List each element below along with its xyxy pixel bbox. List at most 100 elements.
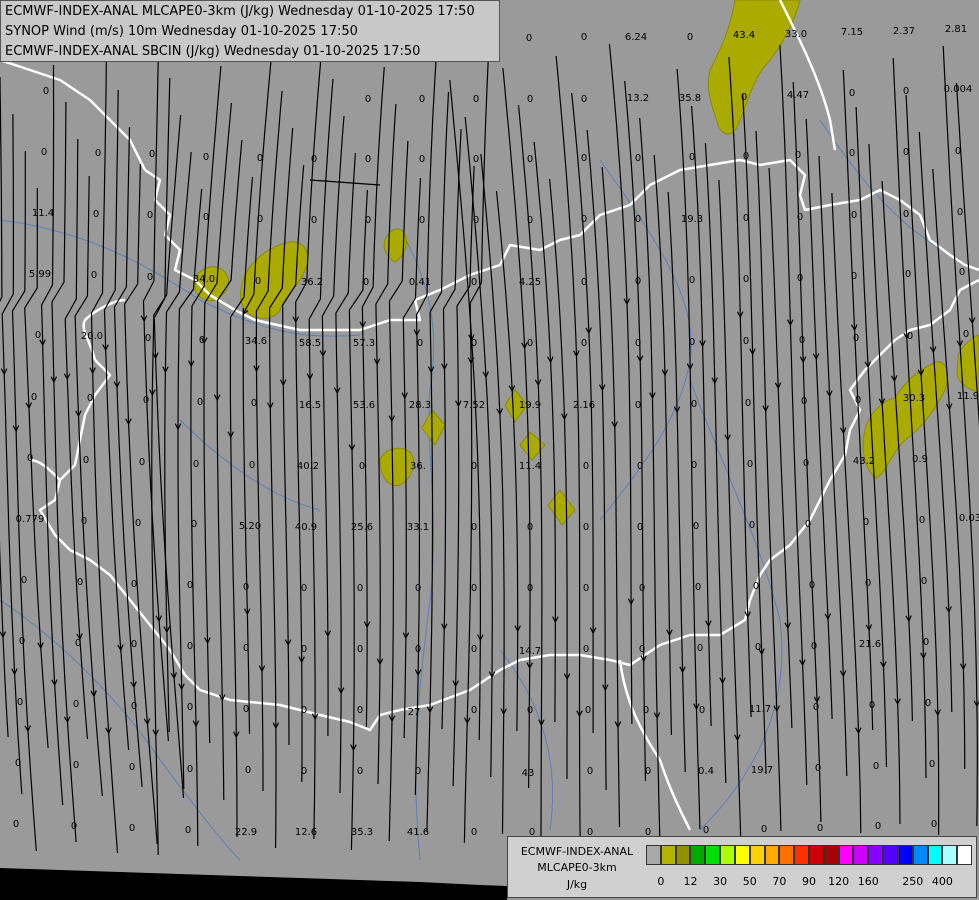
- legend-swatch: [749, 845, 765, 865]
- value-label: 0: [13, 819, 19, 830]
- legend-tick: 120: [828, 875, 850, 888]
- value-label: 0: [143, 395, 149, 406]
- value-label: 0: [359, 461, 365, 472]
- value-label: 0: [813, 702, 819, 713]
- value-label: 0: [803, 458, 809, 469]
- value-label: 0: [875, 821, 881, 832]
- value-label: 2.16: [573, 400, 595, 411]
- value-label: 0: [645, 766, 651, 777]
- legend-swatch: [809, 845, 824, 865]
- value-label: 0: [635, 338, 641, 349]
- value-label: 0: [635, 276, 641, 287]
- value-label: 19.7: [751, 765, 773, 776]
- value-label: 0: [809, 580, 815, 591]
- value-label: 0: [243, 643, 249, 654]
- value-label: 0: [863, 517, 869, 528]
- legend-swatch: [912, 845, 928, 865]
- value-label: 0: [855, 395, 861, 406]
- value-label: 0: [357, 766, 363, 777]
- value-label: 0: [21, 575, 27, 586]
- legend-swatch: [734, 845, 750, 865]
- value-label: 0: [365, 154, 371, 165]
- value-label: 0: [963, 329, 969, 340]
- value-label: 7.52: [463, 400, 485, 411]
- value-label: 0: [17, 697, 23, 708]
- value-label: 4.47: [787, 90, 809, 101]
- value-label: 0: [471, 461, 477, 472]
- value-label: 0: [471, 705, 477, 716]
- value-label: 21.6: [859, 639, 881, 650]
- value-label: 5.99: [29, 269, 51, 280]
- value-label: 0: [849, 88, 855, 99]
- legend-tick: 70: [772, 875, 787, 888]
- value-label: 0: [869, 700, 875, 711]
- value-label: 6.24: [625, 32, 647, 43]
- value-label: 0: [873, 761, 879, 772]
- value-label: 40.9: [295, 522, 317, 533]
- value-label: 30.3: [903, 393, 925, 404]
- value-label: 0: [31, 392, 37, 403]
- value-label: 0: [635, 214, 641, 225]
- value-label: 14.7: [519, 646, 541, 657]
- value-label: 43: [522, 768, 535, 779]
- value-label: 0: [199, 335, 205, 346]
- value-label: 0: [243, 704, 249, 715]
- value-label: 0: [801, 396, 807, 407]
- value-label: 0: [697, 643, 703, 654]
- value-label: 0: [637, 522, 643, 533]
- value-label: 0: [131, 701, 137, 712]
- legend-swatch: [675, 845, 691, 865]
- value-label: 0: [743, 151, 749, 162]
- value-label: 33.1: [407, 522, 429, 533]
- value-label: 0: [743, 213, 749, 224]
- legend-swatch: [646, 845, 661, 865]
- value-label: 34.0: [193, 274, 215, 285]
- value-label: 0: [245, 765, 251, 776]
- legend-swatch: [868, 845, 884, 865]
- value-label: 0: [585, 705, 591, 716]
- legend-swatch: [927, 845, 943, 865]
- value-label: 0: [193, 459, 199, 470]
- value-label: 0: [527, 705, 533, 716]
- value-label: 0: [581, 32, 587, 43]
- value-label: 0: [471, 277, 477, 288]
- value-label: 0: [689, 152, 695, 163]
- value-label: 11.9: [957, 391, 979, 402]
- value-label: 0: [527, 94, 533, 105]
- value-label: 0: [149, 149, 155, 160]
- value-label: 4.25: [519, 277, 541, 288]
- value-label: 0: [135, 518, 141, 529]
- title-panel: ECMWF-INDEX-ANAL MLCAPE0-3km (J/kg) Wedn…: [0, 0, 500, 62]
- value-label: 0: [357, 705, 363, 716]
- value-label: 0: [419, 154, 425, 165]
- legend-swatch: [720, 845, 735, 865]
- title-synop-wind: SYNOP Wind (m/s) 10m Wednesday 01-10-202…: [5, 24, 358, 39]
- value-label: 0: [251, 398, 257, 409]
- title-mlcape: ECMWF-INDEX-ANAL MLCAPE0-3km (J/kg) Wedn…: [5, 4, 475, 19]
- value-label: 0: [77, 577, 83, 588]
- value-label: 53.6: [353, 400, 375, 411]
- value-label: 0: [851, 210, 857, 221]
- value-label: 2.37: [893, 26, 915, 37]
- value-label: 41.6: [407, 827, 429, 838]
- value-label: 0: [471, 583, 477, 594]
- value-label: 0: [583, 522, 589, 533]
- value-label: 0: [931, 819, 937, 830]
- value-label: 0: [365, 215, 371, 226]
- value-label: 0: [929, 759, 935, 770]
- value-label: 0: [203, 152, 209, 163]
- value-label: 0: [243, 582, 249, 593]
- legend-tick: 0: [657, 875, 665, 888]
- value-label: 0: [691, 399, 697, 410]
- value-label: 43.2: [853, 456, 875, 467]
- value-label: 0: [73, 699, 79, 710]
- value-label: 0: [197, 397, 203, 408]
- value-label: 0.4: [698, 766, 714, 777]
- value-label: 0: [745, 398, 751, 409]
- value-label: 0: [755, 642, 761, 653]
- value-label: 0: [805, 519, 811, 530]
- value-label: 0: [191, 519, 197, 530]
- value-label: 0: [363, 277, 369, 288]
- value-label: 0.9: [912, 454, 928, 465]
- weather-map: 0 0 0 0 0 0 0 0 0 0 0 0 6.24 0 43.4 33.0 7.15 2.37 2.81 0 0.…: [0, 0, 979, 900]
